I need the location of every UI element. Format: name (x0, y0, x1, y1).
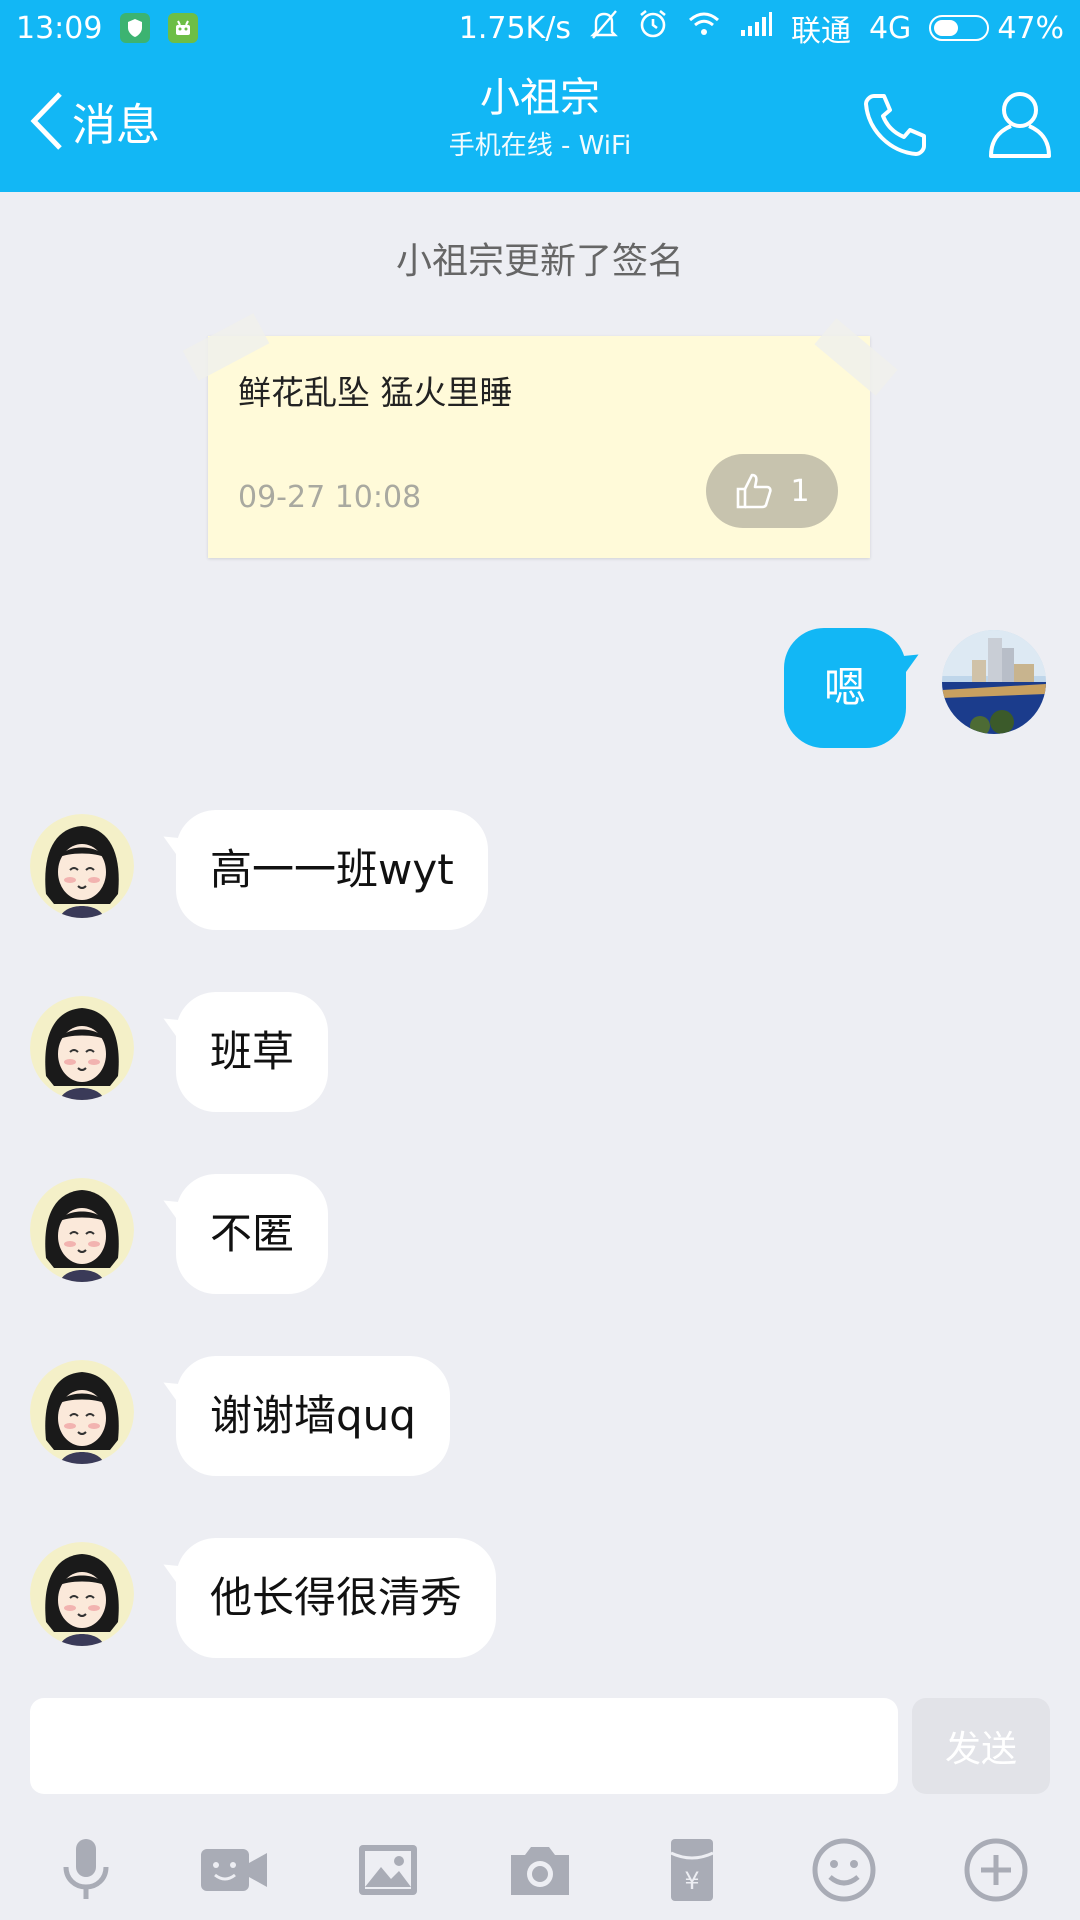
send-button[interactable]: 发送 (912, 1698, 1050, 1794)
message-bubble[interactable]: 高一一班wyt (176, 810, 488, 930)
message-bubble[interactable]: 嗯 (784, 628, 906, 748)
signature-timestamp: 09-27 10:08 (238, 480, 422, 515)
chat-header: 消息 小祖宗 手机在线 - WiFi (0, 56, 1080, 192)
signature-card[interactable]: 鲜花乱坠 猛火里睡 09-27 10:08 1 (182, 313, 898, 558)
like-count: 1 (790, 473, 810, 509)
avatar[interactable] (30, 996, 134, 1100)
net-speed: 1.75K/s (458, 10, 571, 46)
avatar[interactable] (30, 1178, 134, 1282)
alarm-icon (637, 8, 669, 48)
chat-message-incoming: 不匿 (0, 1172, 1080, 1302)
red-packet-icon[interactable]: ¥ (654, 1832, 730, 1908)
message-bubble[interactable]: 谢谢墙quq (176, 1356, 450, 1476)
image-icon[interactable] (350, 1832, 426, 1908)
android-badge-icon (168, 13, 199, 43)
microphone-icon[interactable] (48, 1832, 124, 1908)
carrier: 联通 (790, 14, 851, 49)
like-button[interactable]: 1 (706, 454, 838, 528)
input-toolbar: ¥ (0, 1820, 1080, 1920)
mute-icon (589, 8, 619, 48)
avatar[interactable] (30, 1360, 134, 1464)
signature-text: 鲜花乱坠 猛火里睡 (238, 373, 513, 412)
avatar[interactable] (30, 814, 134, 918)
battery: 47% (929, 11, 1064, 46)
emoji-icon[interactable] (806, 1832, 882, 1908)
thumbs-up-icon (737, 473, 773, 509)
contact-profile-button[interactable] (985, 86, 1055, 162)
user-icon (989, 92, 1051, 158)
battery-icon (929, 15, 990, 41)
video-chat-icon[interactable] (196, 1832, 272, 1908)
message-bubble[interactable]: 不匿 (176, 1174, 329, 1294)
camera-icon[interactable] (502, 1832, 578, 1908)
phone-call-button[interactable] (860, 90, 930, 160)
avatar[interactable] (942, 630, 1046, 734)
avatar[interactable] (30, 1542, 134, 1646)
phone-icon (864, 94, 926, 156)
message-bubble[interactable]: 他长得很清秀 (176, 1538, 497, 1658)
wifi-icon (687, 10, 721, 46)
chat-message-outgoing: 嗯 (0, 620, 1080, 750)
chat-message-incoming: 班草 (0, 990, 1080, 1120)
shield-badge-icon (120, 13, 151, 43)
message-bubble[interactable]: 班草 (176, 992, 329, 1112)
network-type: 4G (868, 10, 912, 46)
battery-percent: 47% (997, 10, 1064, 46)
tape-decoration (814, 318, 898, 396)
svg-text:¥: ¥ (684, 1867, 699, 1895)
signature-update-note: 小祖宗更新了签名 (395, 241, 684, 282)
chat-message-incoming: 谢谢墙quq (0, 1354, 1080, 1484)
message-input[interactable] (30, 1698, 898, 1794)
chat-message-incoming: 高一一班wyt (0, 808, 1080, 938)
chat-message-incoming: 他长得很清秀 (0, 1536, 1080, 1666)
signal-icon (739, 10, 773, 46)
status-bar: 13:09 1.75K/s 联通 4G 47% (0, 0, 1080, 56)
status-time: 13:09 (16, 10, 103, 46)
plus-icon[interactable] (958, 1832, 1034, 1908)
